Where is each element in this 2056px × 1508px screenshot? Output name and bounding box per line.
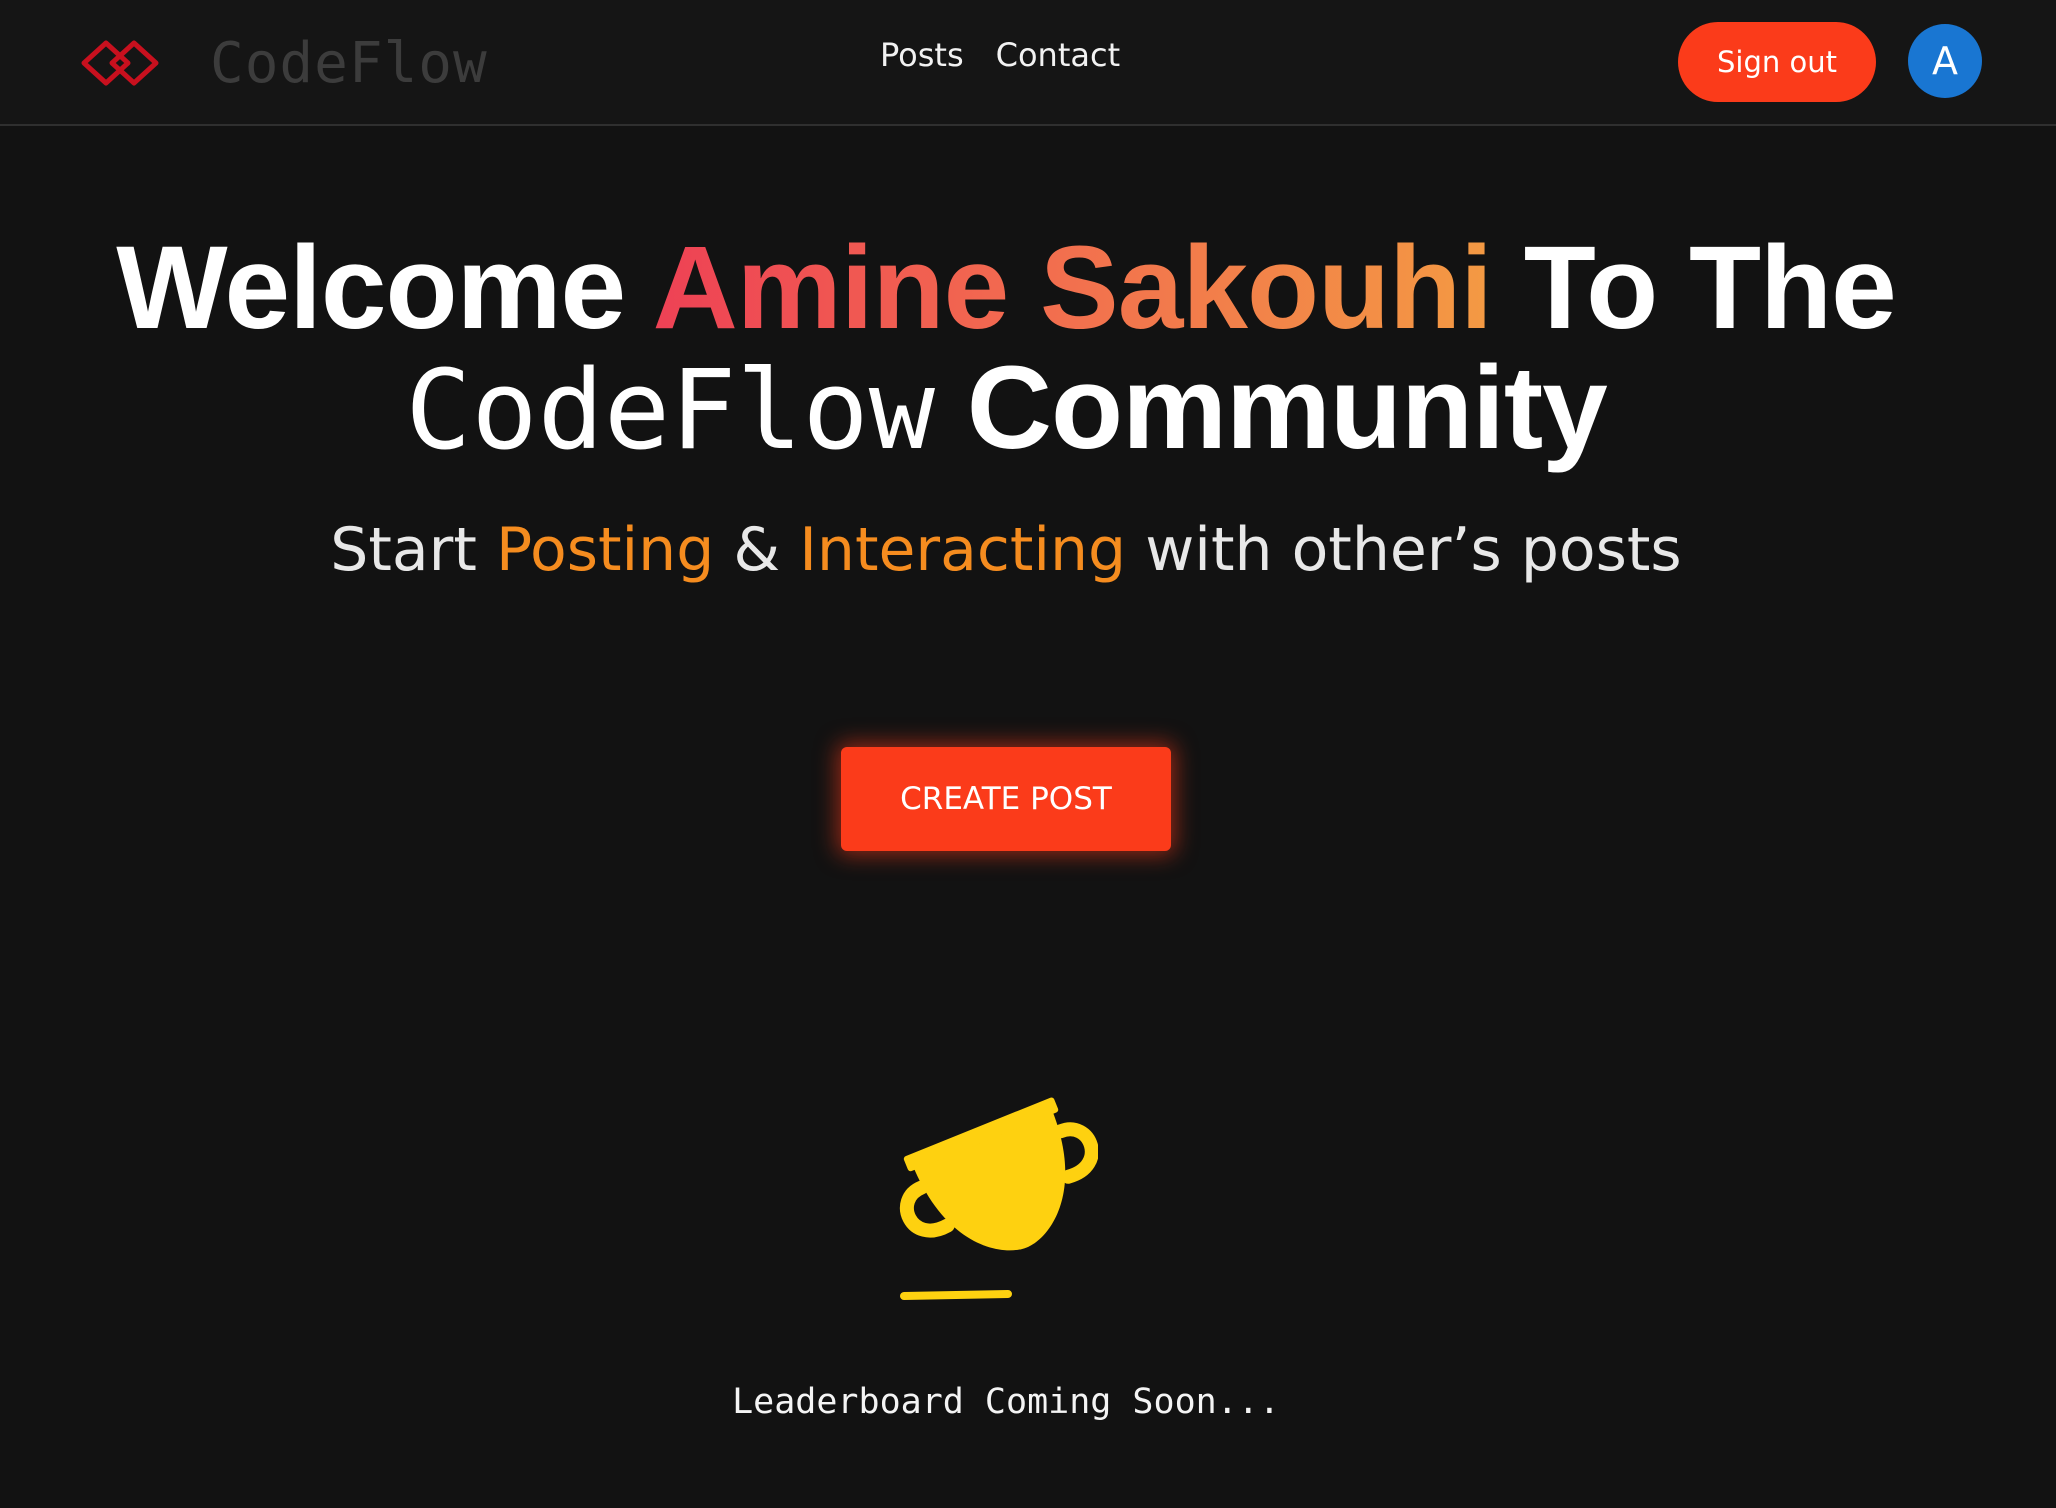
- leaderboard-coming-soon: Leaderboard Coming Soon...: [732, 1382, 1280, 1422]
- subtitle-ampersand: &: [733, 515, 781, 585]
- nav-link-contact[interactable]: Contact: [996, 36, 1121, 74]
- nav-link-posts[interactable]: Posts: [880, 36, 964, 74]
- main-nav: Posts Contact: [880, 36, 1120, 74]
- codeflow-logo-icon: [81, 40, 159, 86]
- navbar: CodeFlow Posts Contact Sign out A: [0, 0, 2056, 126]
- trophy-cup-icon: [899, 1097, 1098, 1300]
- hero-title-line-2: CodeFlow Community: [0, 348, 2012, 470]
- hero-title-line-1: Welcome Amine Sakouhi To The: [0, 228, 2012, 348]
- community-text: Community: [966, 342, 1608, 474]
- subtitle-start: Start: [330, 515, 477, 585]
- sign-out-button[interactable]: Sign out: [1678, 22, 1876, 102]
- subtitle-rest: with other’s posts: [1145, 515, 1682, 585]
- welcome-text: Welcome: [116, 222, 626, 354]
- brand-link[interactable]: CodeFlow: [76, 30, 488, 96]
- brand-name: CodeFlow: [210, 30, 488, 96]
- avatar[interactable]: A: [1908, 24, 1982, 98]
- hero-title: Welcome Amine Sakouhi To The CodeFlow Co…: [0, 228, 2012, 470]
- to-the-text: To The: [1523, 222, 1897, 354]
- subtitle-interacting: Interacting: [799, 515, 1127, 585]
- brand-mono-text: CodeFlow: [405, 346, 935, 474]
- user-name: Amine Sakouhi: [652, 222, 1493, 354]
- hero-subtitle: Start Posting & Interacting with other’s…: [0, 515, 2012, 585]
- create-post-button[interactable]: CREATE POST: [841, 747, 1171, 851]
- subtitle-posting: Posting: [495, 515, 715, 585]
